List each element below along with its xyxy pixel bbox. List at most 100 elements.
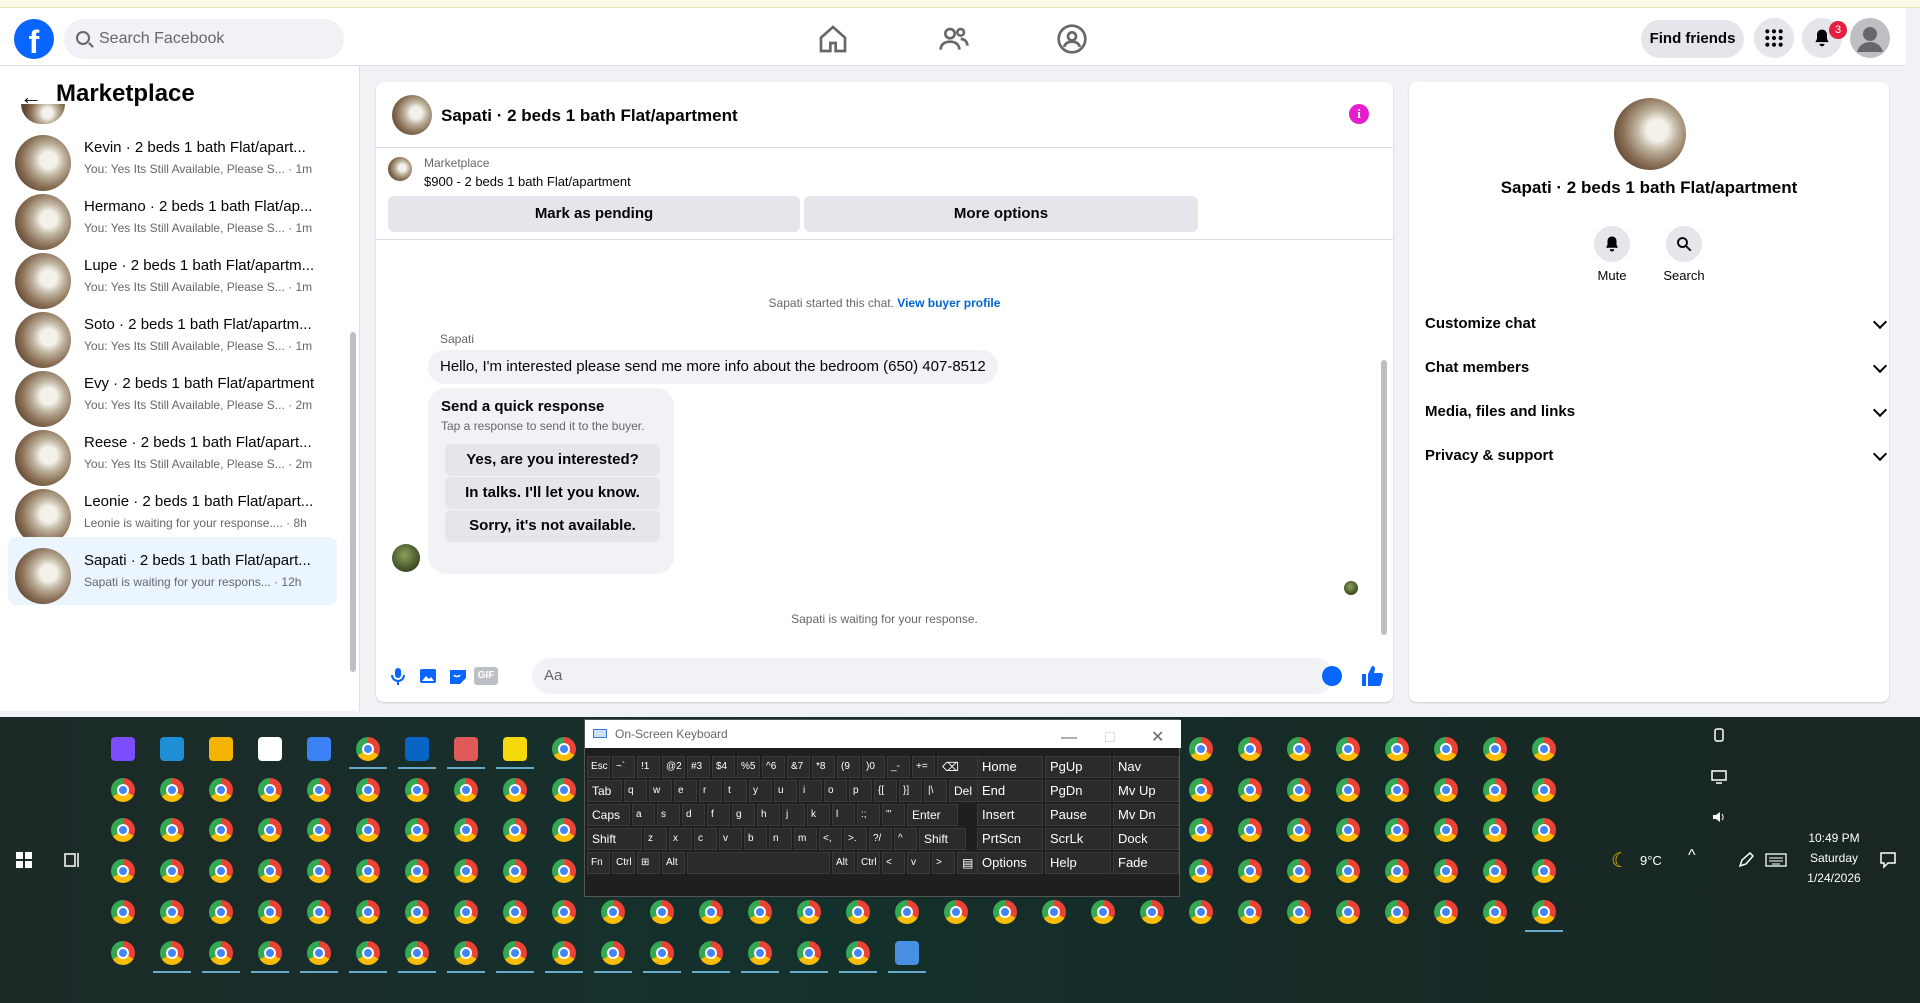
chrome-icon[interactable]	[552, 859, 576, 883]
chrome-icon[interactable]	[1434, 778, 1458, 802]
search-conversation-button[interactable]	[1666, 226, 1702, 262]
osk-key[interactable]: m	[794, 828, 817, 850]
close-icon[interactable]: ✕	[1151, 724, 1164, 752]
chrome-icon[interactable]	[405, 900, 429, 924]
chrome-icon[interactable]	[258, 859, 282, 883]
profile-avatar-button[interactable]	[1850, 18, 1890, 58]
chrome-icon[interactable]	[1336, 859, 1360, 883]
chrome-icon[interactable]	[356, 818, 380, 842]
chrome-icon[interactable]	[209, 778, 233, 802]
chrome-icon[interactable]	[405, 941, 429, 965]
chat-title[interactable]: Sapati · 2 beds 1 bath Flat/apartment	[441, 106, 738, 126]
osk-nav-key[interactable]: Insert	[977, 804, 1043, 826]
chrome-icon[interactable]	[650, 941, 674, 965]
chrome-icon[interactable]	[258, 778, 282, 802]
chat-members-section[interactable]: Chat members	[1425, 358, 1888, 376]
osk-key[interactable]: v	[719, 828, 742, 850]
osk-key[interactable]: a	[632, 804, 655, 826]
listing-thumbnail[interactable]	[388, 157, 412, 181]
chrome-icon[interactable]	[209, 941, 233, 965]
chrome-icon[interactable]	[993, 900, 1017, 924]
chrome-icon[interactable]	[1532, 818, 1556, 842]
chrome-icon[interactable]	[111, 941, 135, 965]
chrome-icon[interactable]	[846, 900, 870, 924]
chrome-icon[interactable]	[1189, 818, 1213, 842]
find-friends-button[interactable]: Find friends	[1641, 20, 1744, 58]
chrome-icon[interactable]	[748, 941, 772, 965]
osk-key[interactable]: w	[649, 780, 672, 802]
photo-icon[interactable]	[418, 666, 438, 686]
chrome-icon[interactable]	[1336, 737, 1360, 761]
quick-response-option[interactable]: Sorry, it's not available.	[445, 510, 660, 542]
chrome-icon[interactable]	[552, 737, 576, 761]
osk-nav-key[interactable]: ScrLk	[1045, 828, 1111, 850]
friends-icon[interactable]	[938, 23, 970, 55]
osk-key[interactable]: }]	[899, 780, 922, 802]
osk-key[interactable]: _-	[887, 756, 910, 778]
osk-key[interactable]: %5	[737, 756, 760, 778]
chrome-icon[interactable]	[748, 900, 772, 924]
edge-icon[interactable]	[160, 737, 184, 761]
osk-key[interactable]: Shift	[919, 828, 966, 850]
chrome-icon[interactable]	[111, 900, 135, 924]
chrome-icon[interactable]	[454, 900, 478, 924]
chrome-icon[interactable]	[258, 900, 282, 924]
osk-key[interactable]: {[	[874, 780, 897, 802]
chrome-icon[interactable]	[307, 859, 331, 883]
store-icon[interactable]	[307, 737, 331, 761]
chrome-icon[interactable]	[503, 941, 527, 965]
customize-chat-section[interactable]: Customize chat	[1425, 314, 1888, 332]
chrome-icon[interactable]	[846, 941, 870, 965]
chrome-icon[interactable]	[1091, 900, 1115, 924]
osk-key[interactable]: @2	[662, 756, 685, 778]
osk-key[interactable]: t	[724, 780, 747, 802]
chrome-icon[interactable]	[454, 941, 478, 965]
chrome-icon[interactable]	[1385, 818, 1409, 842]
osk-key[interactable]: #3	[687, 756, 710, 778]
osk-nav-key[interactable]: Home	[977, 756, 1043, 778]
task-view-icon[interactable]	[63, 851, 81, 869]
chrome-icon[interactable]	[356, 859, 380, 883]
chrome-icon[interactable]	[1385, 900, 1409, 924]
osk-nav-key[interactable]: Pause	[1045, 804, 1111, 826]
chrome-icon[interactable]	[552, 818, 576, 842]
chrome-icon[interactable]	[1287, 818, 1311, 842]
chrome-icon[interactable]	[307, 900, 331, 924]
chrome-icon[interactable]	[454, 818, 478, 842]
view-buyer-profile-link[interactable]: View buyer profile	[897, 296, 1000, 310]
outlook-icon[interactable]	[405, 737, 429, 761]
osk-key[interactable]: n	[769, 828, 792, 850]
conversation-list-scrollbar[interactable]	[348, 102, 358, 702]
conversation-item[interactable]: Evy · 2 beds 1 bath Flat/apartment You: Y…	[8, 360, 337, 428]
home-icon[interactable]	[817, 23, 849, 55]
chrome-icon[interactable]	[552, 900, 576, 924]
chrome-icon[interactable]	[356, 900, 380, 924]
chat-avatar[interactable]	[392, 95, 432, 135]
menu-grid-button[interactable]	[1754, 18, 1794, 58]
clock-time[interactable]: 10:49 PM	[1804, 831, 1864, 845]
osk-key[interactable]: Caps	[587, 804, 630, 826]
osk-key[interactable]: v	[907, 852, 930, 874]
chrome-icon[interactable]	[1483, 900, 1507, 924]
osk-key[interactable]: Fn	[587, 852, 610, 874]
chrome-icon[interactable]	[1238, 859, 1262, 883]
chrome-icon[interactable]	[111, 778, 135, 802]
chrome-icon[interactable]	[1336, 778, 1360, 802]
osk-key[interactable]: "'	[882, 804, 905, 826]
amazon-icon[interactable]	[258, 737, 282, 761]
chrome-profile-icon[interactable]	[356, 737, 380, 761]
osk-key[interactable]: >.	[844, 828, 867, 850]
osk-key[interactable]: o	[824, 780, 847, 802]
clock-day[interactable]: Saturday	[1804, 851, 1864, 865]
chrome-icon[interactable]	[209, 859, 233, 883]
mark-as-pending-button[interactable]: Mark as pending	[388, 196, 800, 232]
chrome-icon[interactable]	[1042, 900, 1066, 924]
conversation-item[interactable]: Sapati · 2 beds 1 bath Flat/apart... Sapa…	[8, 537, 337, 605]
chrome-icon[interactable]	[1434, 818, 1458, 842]
chrome-icon[interactable]	[1189, 859, 1213, 883]
like-icon[interactable]	[1360, 664, 1384, 688]
osk-key[interactable]: g	[732, 804, 755, 826]
sticker-icon[interactable]	[448, 666, 468, 686]
paint-icon[interactable]	[454, 737, 478, 761]
windows-start-icon[interactable]	[16, 852, 32, 868]
